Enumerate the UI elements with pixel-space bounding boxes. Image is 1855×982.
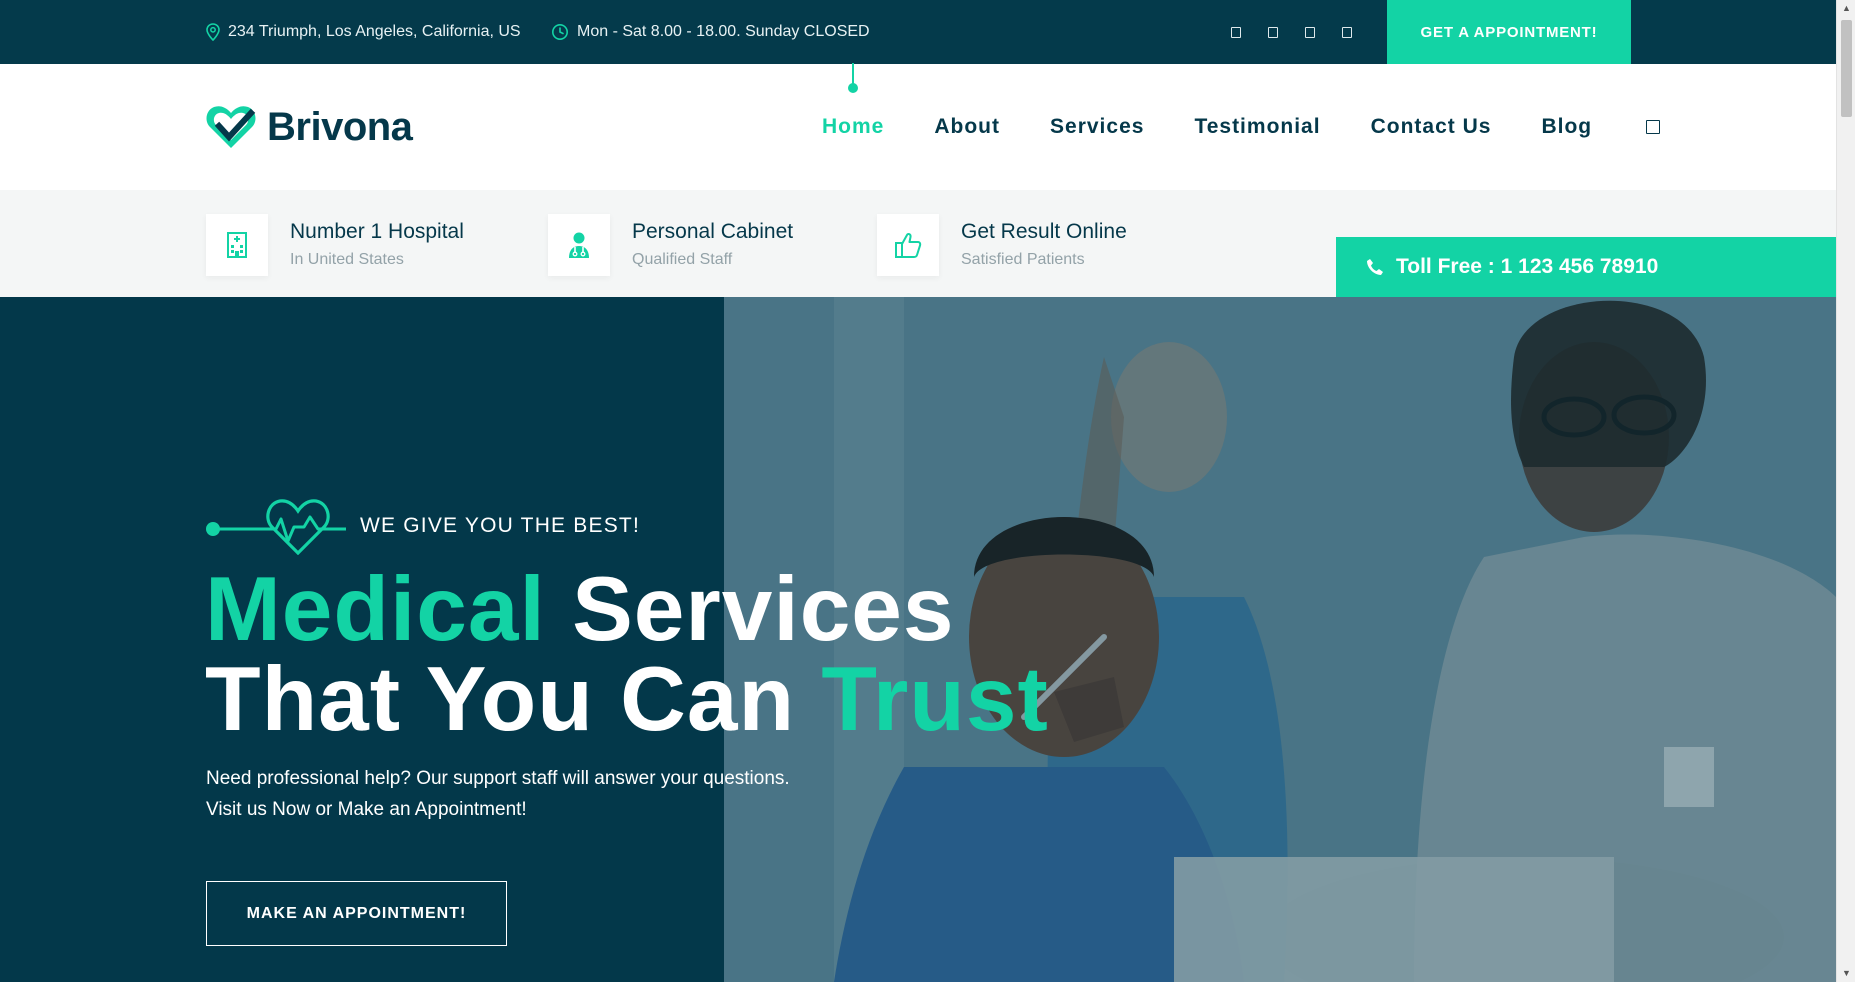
feature-personal-cabinet: Personal Cabinet Qualified Staff <box>548 214 793 276</box>
scroll-up-arrow-icon[interactable]: ▲ <box>1837 0 1855 17</box>
nav-item-about[interactable]: About <box>934 115 1000 139</box>
description-line-2: Visit us Now or Make an Appointment! <box>206 799 527 820</box>
tagline-text: WE GIVE YOU THE BEST! <box>360 514 640 537</box>
social-links <box>1227 0 1356 64</box>
instagram-icon[interactable] <box>1301 23 1319 41</box>
page: 234 Triumph, Los Angeles, California, US… <box>0 0 1836 982</box>
search-icon[interactable] <box>1646 120 1661 134</box>
hero-section: WE GIVE YOU THE BEST! Medical Services T… <box>0 297 1836 982</box>
headline-accent-medical: Medical <box>205 559 546 660</box>
nav-item-testimonial[interactable]: Testimonial <box>1194 115 1320 139</box>
feature-title: Number 1 Hospital <box>290 220 464 243</box>
toll-free-text: Toll Free : 1 123 456 78910 <box>1396 255 1659 278</box>
nav-item-services[interactable]: Services <box>1050 115 1144 139</box>
hero-headline: Medical Services That You Can Trust <box>205 564 1049 745</box>
thumbs-up-icon <box>877 214 939 276</box>
main-header: Brivona Home About Services Testimonial … <box>0 63 1836 190</box>
nav-item-blog[interactable]: Blog <box>1541 115 1592 139</box>
nav-item-label: Home <box>822 115 885 138</box>
scroll-down-arrow-icon[interactable]: ▼ <box>1837 965 1855 982</box>
feature-subtitle: In United States <box>290 251 404 268</box>
get-appointment-button[interactable]: GET A APPOINTMENT! <box>1387 0 1631 64</box>
nav-item-contact-us[interactable]: Contact Us <box>1371 115 1492 139</box>
linkedin-icon[interactable] <box>1338 23 1356 41</box>
location-pin-icon <box>206 23 220 41</box>
brand-name: Brivona <box>267 104 413 149</box>
feature-subtitle: Satisfied Patients <box>961 251 1085 268</box>
hero-description: Need professional help? Our support staf… <box>206 763 790 825</box>
hours-info: Mon - Sat 8.00 - 18.00. Sunday CLOSED <box>551 0 870 64</box>
headline-that-you-can: That You Can <box>205 649 822 750</box>
feature-get-result-online: Get Result Online Satisfied Patients <box>877 214 1127 276</box>
feature-title: Personal Cabinet <box>632 220 794 243</box>
logo[interactable]: Brivona <box>205 104 413 150</box>
headline-accent-trust: Trust <box>821 649 1049 750</box>
address-text: 234 Triumph, Los Angeles, California, US <box>228 23 521 40</box>
make-appointment-button[interactable]: MAKE AN APPOINTMENT! <box>206 881 507 946</box>
scrollbar-thumb[interactable] <box>1841 20 1852 117</box>
vertical-scrollbar[interactable]: ▲ ▼ <box>1836 0 1855 982</box>
address-info: 234 Triumph, Los Angeles, California, US <box>206 0 521 64</box>
doctor-icon <box>548 214 610 276</box>
active-indicator <box>848 63 859 93</box>
hero-tagline: WE GIVE YOU THE BEST! <box>206 497 640 555</box>
main-nav: Home About Services Testimonial Contact … <box>822 63 1661 190</box>
heart-check-logo-icon <box>206 106 256 148</box>
headline-services: Services <box>545 559 955 660</box>
heartbeat-icon <box>206 499 346 555</box>
clock-icon <box>552 24 568 40</box>
description-line-1: Need professional help? Our support staf… <box>206 768 790 789</box>
phone-icon <box>1367 259 1383 275</box>
toll-free-bar[interactable]: Toll Free : 1 123 456 78910 <box>1336 237 1836 297</box>
feature-number-1-hospital: Number 1 Hospital In United States <box>206 214 464 276</box>
twitter-icon[interactable] <box>1264 23 1282 41</box>
feature-subtitle: Qualified Staff <box>632 251 733 268</box>
nav-item-home[interactable]: Home <box>822 63 885 139</box>
hours-text: Mon - Sat 8.00 - 18.00. Sunday CLOSED <box>577 23 870 40</box>
facebook-icon[interactable] <box>1227 23 1245 41</box>
feature-title: Get Result Online <box>961 220 1127 243</box>
hospital-icon <box>206 214 268 276</box>
top-bar: 234 Triumph, Los Angeles, California, US… <box>0 0 1836 64</box>
